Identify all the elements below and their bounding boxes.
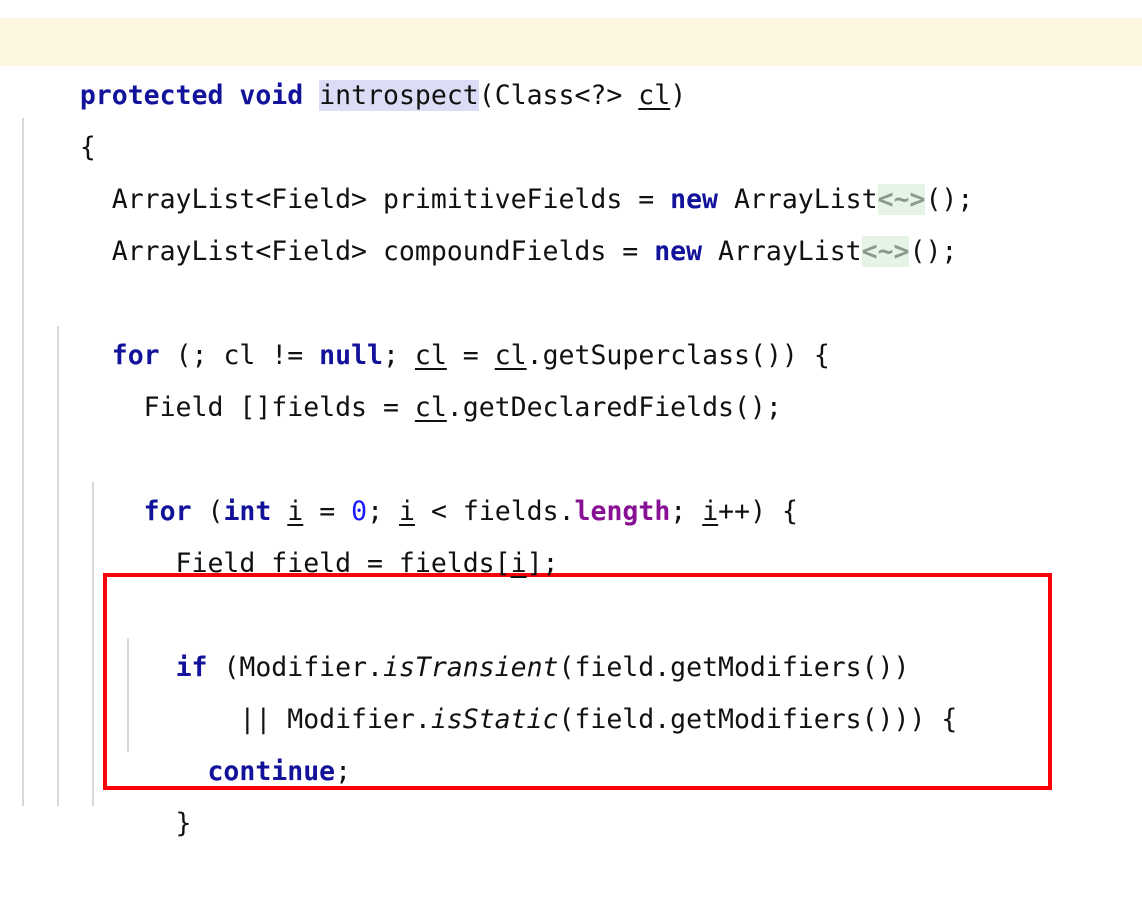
code-line-blank-1[interactable] [0, 226, 1142, 278]
code-line-signature[interactable]: protected void introspect(Class<?> cl) [0, 18, 1142, 111]
code-line-primitive-fields[interactable]: ArrayList<Field> primitiveFields = new A… [0, 122, 1142, 215]
token-close-brace: } [79, 808, 192, 839]
code-line-close-brace[interactable]: } [0, 746, 1142, 839]
code-line-blank-2[interactable] [0, 382, 1142, 434]
code-line-field-assign[interactable]: Field field = fields[i]; [0, 486, 1142, 579]
code-line-declared-fields[interactable]: Field []fields = cl.getDeclaredFields(); [0, 330, 1142, 423]
code-line-blank-3[interactable] [0, 538, 1142, 590]
code-line-for-superclass[interactable]: for (; cl != null; cl = cl.getSuperclass… [0, 278, 1142, 371]
code-editor[interactable]: protected void introspect(Class<?> cl) {… [0, 0, 1142, 839]
code-line-compound-fields[interactable]: ArrayList<Field> compoundFields = new Ar… [0, 174, 1142, 267]
code-line-or-static[interactable]: || Modifier.isStatic(field.getModifiers(… [0, 642, 1142, 735]
code-line-continue[interactable]: continue; [0, 694, 1142, 787]
code-line-for-fields[interactable]: for (int i = 0; i < fields.length; i++) … [0, 434, 1142, 527]
code-line-if-transient[interactable]: if (Modifier.isTransient(field.getModifi… [0, 590, 1142, 683]
code-line-open-brace[interactable]: { [0, 70, 1142, 163]
